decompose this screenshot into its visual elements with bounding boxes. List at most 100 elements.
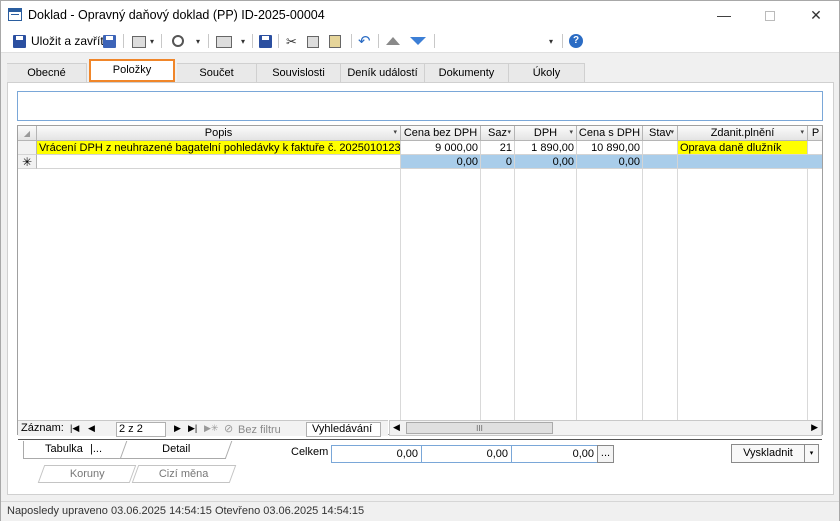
help-icon[interactable]: ? — [569, 34, 583, 48]
tab-ukoly[interactable]: Úkoly — [509, 63, 585, 82]
divider-line — [18, 439, 822, 440]
maximize-button[interactable] — [747, 1, 793, 29]
column-header-p[interactable]: P — [808, 126, 822, 141]
table-cell-cena-s-dph[interactable]: 10 890,00 — [577, 141, 643, 155]
window-title: Doklad - Opravný daňový doklad (PP) ID-2… — [28, 8, 325, 22]
items-grid: ◢ Popis ▾ Cena bez DPH Saz ▾ DPH ▾ Cena s D… — [17, 125, 823, 435]
tab-denik-udalosti[interactable]: Deník událostí — [341, 63, 425, 82]
vyskladnit-dropdown[interactable]: ▾ — [804, 444, 819, 463]
toolbar-separator — [161, 34, 162, 48]
new-row-marker[interactable]: ✳ — [18, 155, 37, 169]
filter-icon: ⊘ — [224, 423, 234, 435]
toolbar-separator — [123, 34, 124, 48]
save-close-label: Uložit a zavřít — [31, 34, 104, 48]
title-bar: Doklad - Opravný daňový doklad (PP) ID-2… — [1, 1, 839, 29]
column-header-sazba[interactable]: Saz ▾ — [481, 126, 515, 141]
table-cell-dph[interactable]: 1 890,00 — [515, 141, 577, 155]
cut-icon[interactable]: ✂ — [286, 34, 297, 50]
table-cell-sazba[interactable]: 0 — [481, 155, 515, 169]
record-navigator: Záznam: |◀ ◀ 2 z 2 ▶ ▶| ▶✳ ⊘ Bez filtru … — [18, 420, 388, 437]
column-header-cena-s-dph[interactable]: Cena s DPH — [577, 126, 643, 141]
view-tab-detail-label: Detail — [162, 443, 191, 455]
toolbar-separator — [434, 34, 435, 48]
document-window: Doklad - Opravný daňový doklad (PP) ID-2… — [0, 0, 840, 521]
currency-tab-cizi-mena-label: Cizí měna — [159, 468, 209, 480]
table-cell-zdanit-plneni[interactable] — [678, 155, 822, 169]
filter-button[interactable]: ⊘ Bez filtru — [224, 422, 281, 437]
export-icon[interactable] — [216, 36, 232, 48]
toolbar-separator — [351, 34, 352, 48]
save-close-button[interactable]: Uložit a zavřít — [11, 32, 104, 50]
table-cell-dph[interactable]: 0,00 — [515, 155, 577, 169]
vyskladnit-button[interactable]: Vyskladnit — [731, 444, 805, 463]
tab-obecne[interactable]: Obecné — [7, 63, 87, 82]
save-icon[interactable] — [259, 35, 272, 48]
preview-dropdown[interactable]: ▾ — [196, 37, 200, 46]
record-position-input[interactable]: 2 z 2 — [116, 422, 166, 437]
currency-tab-cizi-mena[interactable]: Cizí měna — [131, 465, 237, 483]
view-tab-tabulka[interactable]: Tabulka |... — [23, 441, 123, 459]
next-record-button[interactable]: ▶ — [174, 423, 181, 434]
toolbar-separator — [208, 34, 209, 48]
column-divider — [677, 169, 678, 434]
minimize-button[interactable]: — — [701, 1, 747, 29]
move-down-icon[interactable] — [410, 37, 426, 45]
column-divider — [642, 169, 643, 434]
tab-soucet[interactable]: Součet — [177, 63, 257, 82]
column-header-dph[interactable]: DPH ▾ — [515, 126, 577, 141]
totals-more-button[interactable]: ... — [597, 445, 614, 463]
filter-label: Bez filtru — [238, 424, 281, 436]
undo-icon[interactable]: ↶ — [358, 32, 371, 50]
copy-icon[interactable] — [307, 36, 319, 48]
print-dropdown[interactable]: ▾ — [150, 37, 154, 46]
close-button[interactable]: ✕ — [793, 1, 839, 29]
toolbar-separator — [252, 34, 253, 48]
scroll-right-button[interactable]: ▶ — [811, 422, 818, 433]
print-icon[interactable] — [132, 36, 146, 48]
last-record-button[interactable]: ▶| — [188, 423, 197, 434]
column-divider — [514, 169, 515, 434]
preview-icon[interactable] — [172, 35, 184, 47]
toolbar: Uložit a zavřít ▾ ▾ ▾ ✂ ↶ ▾ ? — [1, 29, 839, 53]
column-divider — [400, 169, 401, 434]
view-tab-detail[interactable]: Detail — [119, 441, 233, 459]
prev-record-button[interactable]: ◀ — [88, 423, 95, 434]
scroll-left-button[interactable]: ◀ — [393, 422, 400, 433]
note-field[interactable] — [17, 91, 823, 121]
table-cell-popis[interactable] — [37, 155, 401, 169]
currency-tab-koruny[interactable]: Koruny — [37, 465, 137, 483]
save-new-icon[interactable] — [103, 35, 116, 48]
tab-polozky[interactable]: Položky — [89, 59, 175, 82]
table-cell-cena-bez-dph[interactable]: 9 000,00 — [401, 141, 481, 155]
maximize-icon — [765, 11, 775, 22]
move-up-icon[interactable] — [386, 37, 400, 45]
table-cell-stav[interactable] — [643, 155, 678, 169]
more-dropdown[interactable]: ▾ — [549, 37, 553, 46]
table-cell-p[interactable] — [808, 141, 822, 155]
total-dph: 0,00 — [421, 445, 512, 463]
table-cell-sazba[interactable]: 21 — [481, 141, 515, 155]
total-cena-bez-dph: 0,00 — [331, 445, 422, 463]
search-input[interactable]: Vyhledávání — [306, 422, 381, 437]
column-header-popis[interactable]: Popis ▾ — [37, 126, 401, 141]
scroll-thumb[interactable]: III — [406, 422, 553, 434]
save-icon — [13, 35, 26, 48]
table-cell-cena-bez-dph[interactable]: 0,00 — [401, 155, 481, 169]
grid-corner[interactable]: ◢ — [18, 126, 37, 141]
export-dropdown[interactable]: ▾ — [241, 37, 245, 46]
row-selector[interactable] — [18, 141, 37, 155]
table-cell-cena-s-dph[interactable]: 0,00 — [577, 155, 643, 169]
tab-bar: Obecné Položky Součet Souvislosti Deník … — [7, 59, 587, 83]
column-header-cena-bez-dph[interactable]: Cena bez DPH — [401, 126, 481, 141]
horizontal-scrollbar[interactable]: ◀ III ▶ — [389, 420, 822, 436]
first-record-button[interactable]: |◀ — [70, 423, 79, 434]
table-cell-zdanit-plneni[interactable]: Oprava daně dlužník — [678, 141, 808, 155]
column-header-zdanit-plneni[interactable]: Zdanit.plnění ▾ — [678, 126, 808, 141]
table-cell-stav[interactable] — [643, 141, 678, 155]
column-header-stav[interactable]: Stav ▾ — [643, 126, 678, 141]
paste-icon[interactable] — [329, 35, 341, 48]
tab-dokumenty[interactable]: Dokumenty — [425, 63, 509, 82]
new-record-button[interactable]: ▶✳ — [204, 423, 218, 434]
table-cell-popis[interactable]: Vrácení DPH z neuhrazené bagatelní pohle… — [37, 141, 401, 155]
tab-souvislosti[interactable]: Souvislosti — [257, 63, 341, 82]
